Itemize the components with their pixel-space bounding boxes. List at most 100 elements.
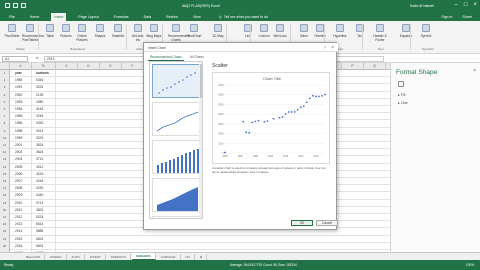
cell-year[interactable]: 2005 [10, 163, 32, 171]
row-number[interactable]: 1 [0, 70, 10, 78]
cell-year[interactable]: 1998 [10, 127, 32, 135]
cell-value[interactable]: 3713 [32, 156, 56, 164]
column-header[interactable]: F [122, 63, 144, 70]
thumb-bar[interactable] [152, 216, 201, 218]
sheet-tab[interactable]: PREDICTS [107, 253, 131, 260]
cell-year[interactable]: 2015 [10, 235, 32, 243]
ribbon-button-line[interactable]: Line [240, 24, 256, 38]
row-number[interactable]: 23 [0, 228, 10, 236]
sheet-tab[interactable]: LM [182, 253, 195, 260]
tab-all-charts[interactable]: All Charts [188, 54, 206, 61]
close-icon[interactable]: × [473, 2, 477, 9]
row-number[interactable]: 22 [0, 221, 10, 229]
ribbon-button-pictures[interactable]: Pictures [58, 24, 74, 38]
row-number[interactable]: 24 [0, 235, 10, 243]
row-number[interactable]: 7 [0, 113, 10, 121]
cell-year[interactable]: 1999 [10, 134, 32, 142]
add-sheet-icon[interactable]: ⊕ [196, 253, 208, 260]
ribbon-button-symbol[interactable]: Symbol [418, 24, 434, 38]
sheet-tab[interactable]: AUTO [68, 253, 85, 260]
tab-formulas[interactable]: Formulas [111, 14, 132, 20]
minimize-icon[interactable]: – [455, 2, 458, 9]
cell-value[interactable]: 4440 [32, 192, 56, 200]
thumbs-scrollbar[interactable] [199, 62, 202, 218]
thumb-column[interactable] [152, 140, 201, 174]
cell-year[interactable]: 2010 [10, 199, 32, 207]
ribbon-button-column[interactable]: Column [256, 24, 272, 38]
row-number[interactable]: 25 [0, 242, 10, 250]
cell-value[interactable]: 3332 [32, 120, 56, 128]
thumbs-scroll-thumb[interactable] [199, 64, 202, 98]
row-number[interactable]: 4 [0, 91, 10, 99]
column-header[interactable]: B [32, 63, 56, 70]
column-header[interactable]: D [78, 63, 100, 70]
maximize-icon[interactable]: □ [464, 2, 468, 9]
cell-value[interactable]: 2080 [32, 98, 56, 106]
cell-year[interactable]: 1993 [10, 98, 32, 106]
sign-in-link[interactable]: Sign in [441, 15, 452, 19]
ribbon-button-recommended-pivottables[interactable]: Recommended PivotTables [22, 24, 44, 42]
cell-value[interactable]: 5614 [32, 221, 56, 229]
cell-value[interactable]: 3624 [32, 149, 56, 157]
row-number[interactable]: 13 [0, 156, 10, 164]
help-icon[interactable]: ? [324, 45, 326, 50]
tab-file[interactable]: File [6, 14, 18, 20]
ribbon-button-slicer[interactable]: Slicer [296, 24, 312, 38]
cell-value[interactable]: 5224 [32, 214, 56, 222]
select-all-corner[interactable] [0, 63, 10, 70]
cell-year[interactable]: 1991 [10, 84, 32, 92]
tab-data[interactable]: Data [141, 14, 155, 20]
ribbon-button-hyperlink[interactable]: Hyperlink [332, 24, 348, 38]
cell-value[interactable]: 3524 [32, 142, 56, 150]
sheet-tab[interactable]: INTENT [86, 253, 106, 260]
ribbon-button-bing-maps[interactable]: Bing Maps [146, 24, 162, 38]
undo-icon[interactable] [13, 3, 18, 8]
fill-line-icon[interactable] [398, 81, 404, 87]
column-header[interactable]: P [342, 63, 364, 70]
save-icon[interactable] [5, 3, 10, 8]
column-header[interactable]: C [56, 63, 78, 70]
sheet-tab[interactable]: CARCUNA [157, 253, 181, 260]
row-number[interactable]: 8 [0, 120, 10, 128]
cell-year[interactable]: 2008 [10, 185, 32, 193]
cell-value[interactable]: 4714 [32, 199, 56, 207]
tab-view[interactable]: View [190, 14, 204, 20]
cell-value[interactable]: kurtosis [32, 70, 56, 78]
cell-value[interactable]: 4218 [32, 178, 56, 186]
cell-value[interactable]: 4011 [32, 163, 56, 171]
dialog-close-icon[interactable]: × [331, 45, 334, 51]
cell-value[interactable]: 3214 [32, 127, 56, 135]
column-header[interactable]: Q [364, 63, 386, 70]
row-number[interactable]: 10 [0, 134, 10, 142]
cell-value[interactable]: 5824 [32, 242, 56, 250]
thumb-area[interactable] [152, 178, 201, 212]
ribbon-button-text[interactable]: Text [352, 24, 368, 38]
tab-review[interactable]: Review [163, 14, 181, 20]
fx-icon[interactable]: fx [36, 56, 39, 60]
ribbon-button-get-add-ins[interactable]: Get Add-ins [130, 24, 146, 42]
tab-page-layout[interactable]: Page Layout [75, 14, 101, 20]
thumb-scatter[interactable] [152, 64, 201, 98]
cell-value[interactable]: 4215 [32, 170, 56, 178]
ribbon-button-recommended-charts[interactable]: Recommended Charts [168, 24, 190, 42]
cell-value[interactable]: 4230 [32, 185, 56, 193]
cell-year[interactable]: 2001 [10, 142, 32, 150]
ribbon-button-timeline[interactable]: Timeline [312, 24, 328, 38]
close-pane-icon[interactable]: × [473, 68, 476, 74]
cell-year[interactable]: 2003 [10, 149, 32, 157]
row-number[interactable]: 20 [0, 206, 10, 214]
sheet-tab[interactable]: BALLOON [22, 253, 46, 260]
sheet-tab[interactable]: CHOLERA [131, 253, 156, 260]
cell-year[interactable]: 1994 [10, 106, 32, 114]
ribbon-button-shapes[interactable]: Shapes [92, 24, 108, 38]
ribbon-button-win-loss[interactable]: Win/Loss [272, 24, 288, 38]
cell-value[interactable]: 3224 [32, 84, 56, 92]
column-header[interactable]: A [10, 63, 32, 70]
pane-item-fill[interactable]: ▸ Fill [398, 93, 405, 97]
cell-value[interactable]: 5824 [32, 235, 56, 243]
row-number[interactable]: 9 [0, 127, 10, 135]
cell-year[interactable]: 2016 [10, 242, 32, 250]
cell-year[interactable]: 2013 [10, 221, 32, 229]
row-number[interactable]: 14 [0, 163, 10, 171]
name-box[interactable]: A1 [2, 55, 28, 62]
